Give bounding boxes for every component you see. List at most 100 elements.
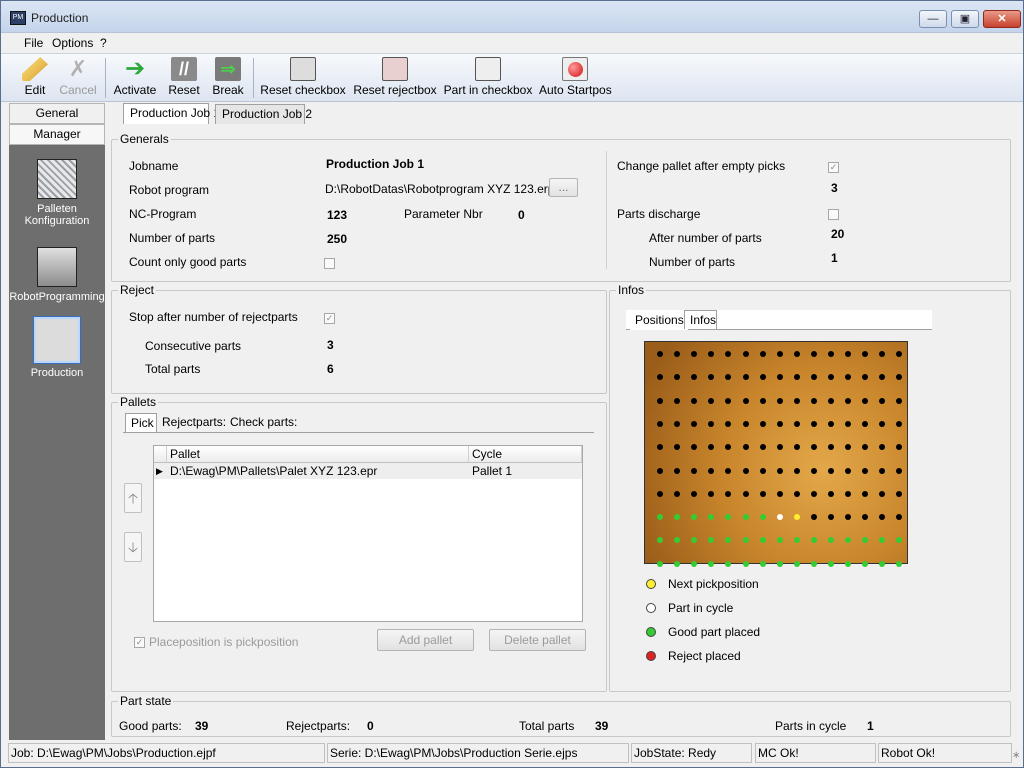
pallet-position-dot (691, 351, 698, 357)
status-jobstate: JobState: Redy (631, 743, 752, 763)
pallet-position-dot (691, 560, 698, 567)
add-pallet-button[interactable]: Add pallet (377, 629, 474, 651)
pallet-position-dot (793, 397, 800, 404)
pallet-position-dot (742, 397, 749, 404)
activate-button[interactable]: ➔ Activate (111, 57, 159, 101)
status-robot: Robot Ok! (878, 743, 1012, 763)
toolbar-separator (253, 58, 254, 98)
tab-check-parts[interactable]: Check parts: (225, 413, 297, 432)
pallet-position-dot (742, 351, 749, 357)
part-in-checkbox-button[interactable]: Part in checkbox (443, 57, 533, 101)
delete-pallet-button[interactable]: Delete pallet (489, 629, 586, 651)
table-row[interactable]: ▶ D:\Ewag\PM\Pallets\Palet XYZ 123.epr P… (154, 463, 582, 479)
pallet-position-dot (828, 420, 834, 427)
pallet-position-dot (759, 514, 766, 521)
legend-label: Part in cycle (668, 601, 734, 615)
parts-in-cycle-label: Parts in cycle (775, 719, 847, 733)
pallet-position-dot (657, 467, 663, 474)
placeposition-label: Placeposition is pickposition (149, 635, 299, 649)
legend-label: Reject placed (668, 649, 741, 663)
sidebar-tab-general[interactable]: General (9, 103, 105, 124)
pallet-position-dot (674, 374, 681, 381)
column-header-pallet[interactable]: Pallet (167, 446, 469, 463)
pallet-position-dot (657, 490, 663, 497)
tab-rejectparts[interactable]: Rejectparts: (157, 413, 226, 432)
robot-program-label: Robot program (129, 183, 210, 197)
minimize-button[interactable]: — (919, 10, 947, 28)
resize-grip-icon[interactable]: ∗ (1012, 750, 1020, 761)
pallet-position-dot (828, 351, 834, 357)
pallet-position-dot (776, 490, 783, 497)
pallet-position-dot (862, 397, 869, 404)
menu-file[interactable]: File (24, 36, 43, 50)
pallet-position-dot (725, 514, 732, 521)
tab-pick[interactable]: Pick (125, 413, 157, 432)
pallet-position-dot (862, 490, 869, 497)
pallet-position-dot (828, 514, 834, 521)
tab-positions[interactable]: Positions (630, 311, 688, 330)
pallet-position-dot (725, 397, 732, 404)
close-button[interactable]: ✕ (983, 10, 1021, 28)
pallet-position-dot (879, 374, 886, 381)
pallet-position-dot (810, 397, 817, 404)
pallet-position-dot (845, 444, 852, 451)
pallet-position-dot (674, 420, 681, 427)
pallet-position-dot (742, 374, 749, 381)
maximize-button[interactable]: ▣ (951, 10, 979, 28)
reset-button[interactable]: // Reset (165, 57, 203, 101)
nc-program-label: NC-Program (129, 207, 197, 221)
sidebar-item-robotprogramming[interactable]: RobotProgramming (9, 247, 105, 303)
pallet-position-dot (776, 351, 783, 357)
pallet-position-dot (708, 560, 715, 567)
pallet-position-dot (691, 397, 698, 404)
pallet-position-dot (828, 397, 834, 404)
pallet-position-dot (879, 444, 886, 451)
title-bar[interactable]: PM Production — ▣ ✕ (1, 1, 1023, 33)
pallets-grid[interactable]: Pallet Cycle ▶ D:\Ewag\PM\Pallets\Palet … (153, 445, 583, 622)
infos-title: Infos (616, 283, 647, 297)
change-pallet-label: Change pallet after empty picks (617, 159, 786, 173)
pallet-position-dot (896, 420, 903, 427)
pallet-position-dot (691, 444, 698, 451)
cancel-button[interactable]: ✗ Cancel (57, 57, 99, 101)
tab-infos[interactable]: Infos (684, 310, 717, 329)
edit-button[interactable]: Edit (15, 57, 55, 101)
change-pallet-checkbox[interactable]: ✓ (828, 162, 839, 173)
parts-discharge-checkbox[interactable] (828, 209, 839, 220)
pallet-position-dot (691, 374, 698, 381)
menu-options[interactable]: Options (52, 36, 93, 50)
legend-label: Good part placed (668, 625, 761, 639)
column-header-cycle[interactable]: Cycle (469, 446, 582, 463)
generals-title: Generals (118, 132, 171, 146)
pallet-position-dot (896, 397, 903, 404)
red-record-icon (562, 57, 588, 81)
pallet-position-dot (828, 374, 834, 381)
checkmark-icon: ✓ (829, 162, 838, 172)
pallet-position-dot (708, 351, 715, 357)
pallet-position-dot (725, 490, 732, 497)
pallets-tab-baseline (123, 432, 594, 433)
sidebar-item-palleten-konfiguration[interactable]: Palleten Konfiguration (9, 159, 105, 227)
tab-production-job-1[interactable]: Production Job 1 (123, 103, 220, 124)
pallet-position-dot (776, 397, 783, 404)
count-only-good-checkbox[interactable] (324, 258, 335, 269)
sidebar-item-production[interactable]: Production (9, 317, 105, 379)
auto-startpos-button[interactable]: Auto Startpos (539, 57, 612, 101)
sidebar-tab-manager[interactable]: Manager (9, 124, 105, 145)
reset-rejectbox-button[interactable]: Reset rejectbox (353, 57, 437, 101)
tab-production-job-2[interactable]: Production Job 2 (215, 104, 312, 124)
placeposition-checkbox[interactable]: ✓ (134, 637, 145, 648)
pallet-position-dot (862, 444, 869, 451)
pallet-position-dot (742, 560, 749, 567)
pallet-position-dot (828, 490, 834, 497)
break-button[interactable]: ⇒ Break (209, 57, 247, 101)
menu-help[interactable]: ? (100, 36, 107, 50)
pallet-position-dot (725, 467, 732, 474)
stop-after-checkbox[interactable]: ✓ (324, 313, 335, 324)
pallet-position-dot (810, 537, 817, 544)
reset-checkbox-button[interactable]: Reset checkbox (259, 57, 347, 101)
move-up-button[interactable]: 🡡 (124, 483, 142, 513)
pallet-path-cell: D:\Ewag\PM\Pallets\Palet XYZ 123.epr (170, 464, 378, 478)
move-down-button[interactable]: 🡣 (124, 532, 142, 562)
browse-robot-program-button[interactable]: ... (549, 178, 578, 197)
